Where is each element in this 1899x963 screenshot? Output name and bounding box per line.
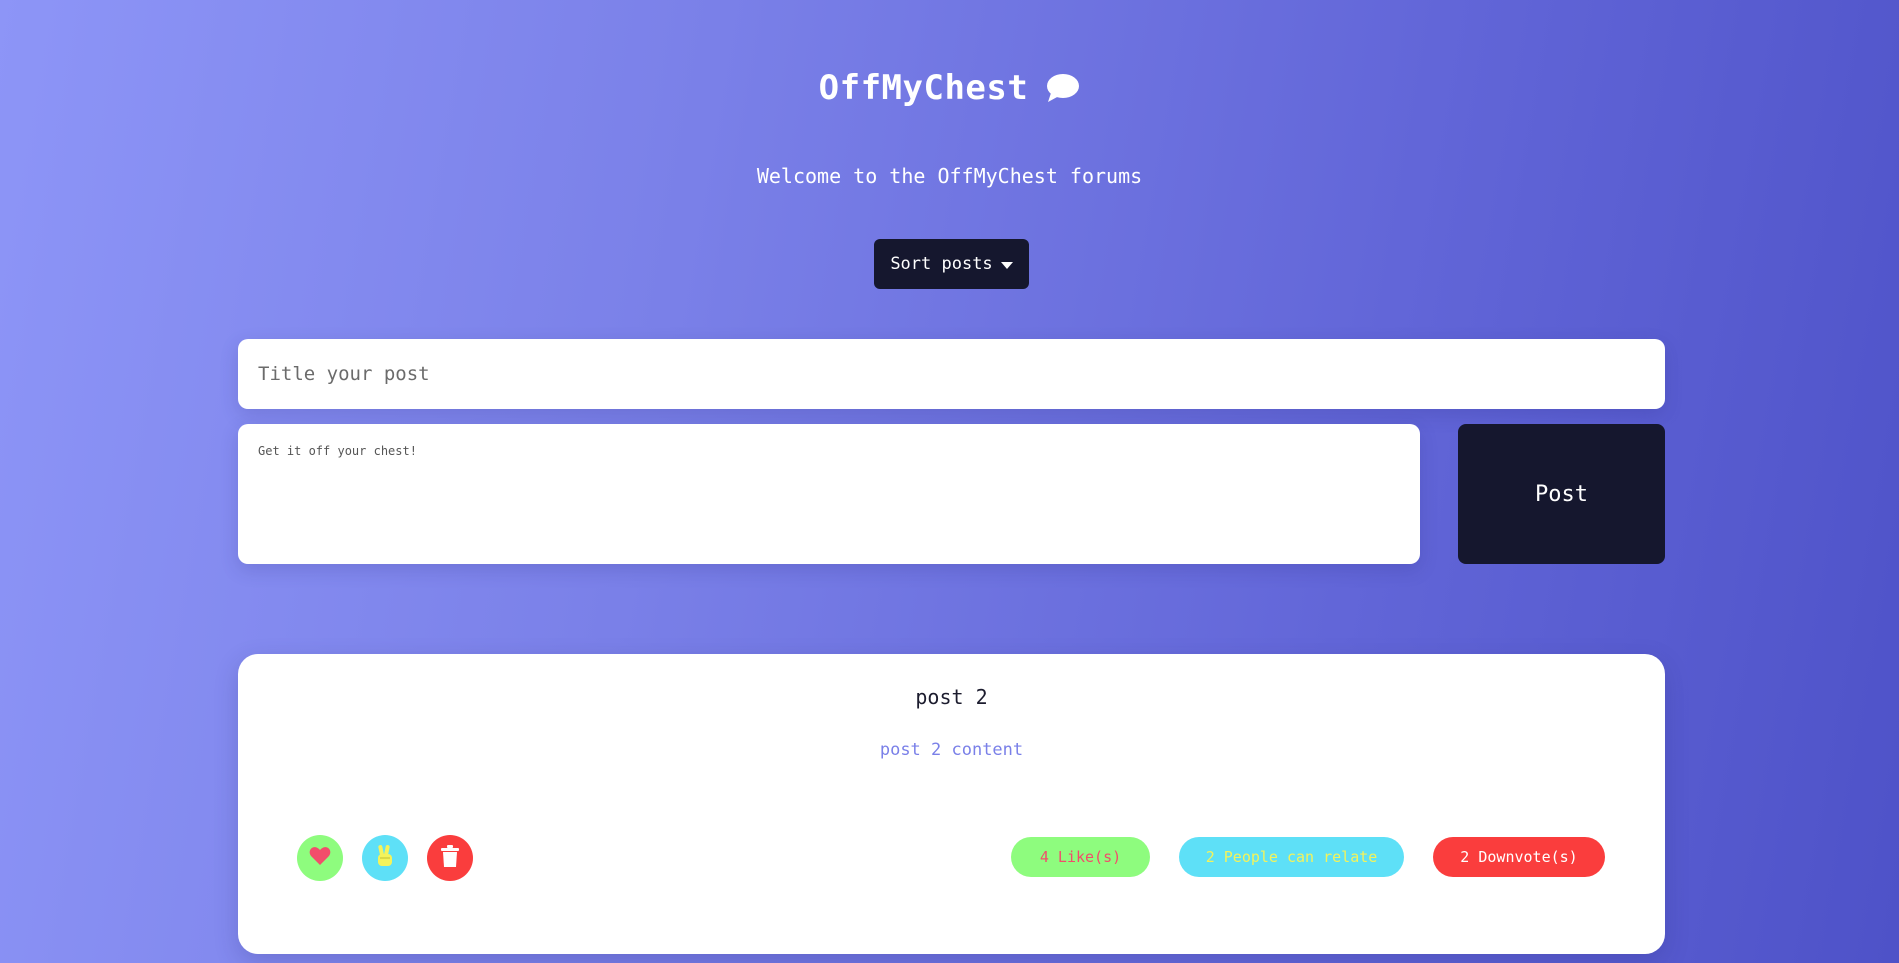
sort-posts-label: Sort posts [890,254,993,274]
relate-count-badge: 2 People can relate [1179,837,1404,877]
peace-hand-icon [374,844,396,872]
post-button[interactable]: Post [1458,424,1665,564]
title-row: OffMyChest [819,68,1081,108]
page-subtitle: Welcome to the OffMyChest forums [756,164,1143,188]
post-title-input[interactable] [238,339,1665,409]
page-header: OffMyChest [0,68,1899,108]
heart-icon [309,846,331,870]
sort-posts-button[interactable]: Sort posts [874,239,1029,289]
trash-icon [441,845,459,871]
post-content-input[interactable] [238,424,1420,564]
caret-down-icon [1000,261,1013,269]
chat-bubble-icon [1046,73,1080,103]
like-button[interactable] [297,835,343,881]
post-title: post 2 [915,685,988,709]
post-content: post 2 content [879,740,1024,760]
post-card: post 2 post 2 content 4 Like(s) 2 People… [238,654,1665,954]
site-title: OffMyChest [818,68,1029,108]
likes-count-badge: 4 Like(s) [1011,837,1150,877]
downvotes-count-badge: 2 Downvote(s) [1433,837,1605,877]
delete-button[interactable] [427,835,473,881]
relate-button[interactable] [362,835,408,881]
